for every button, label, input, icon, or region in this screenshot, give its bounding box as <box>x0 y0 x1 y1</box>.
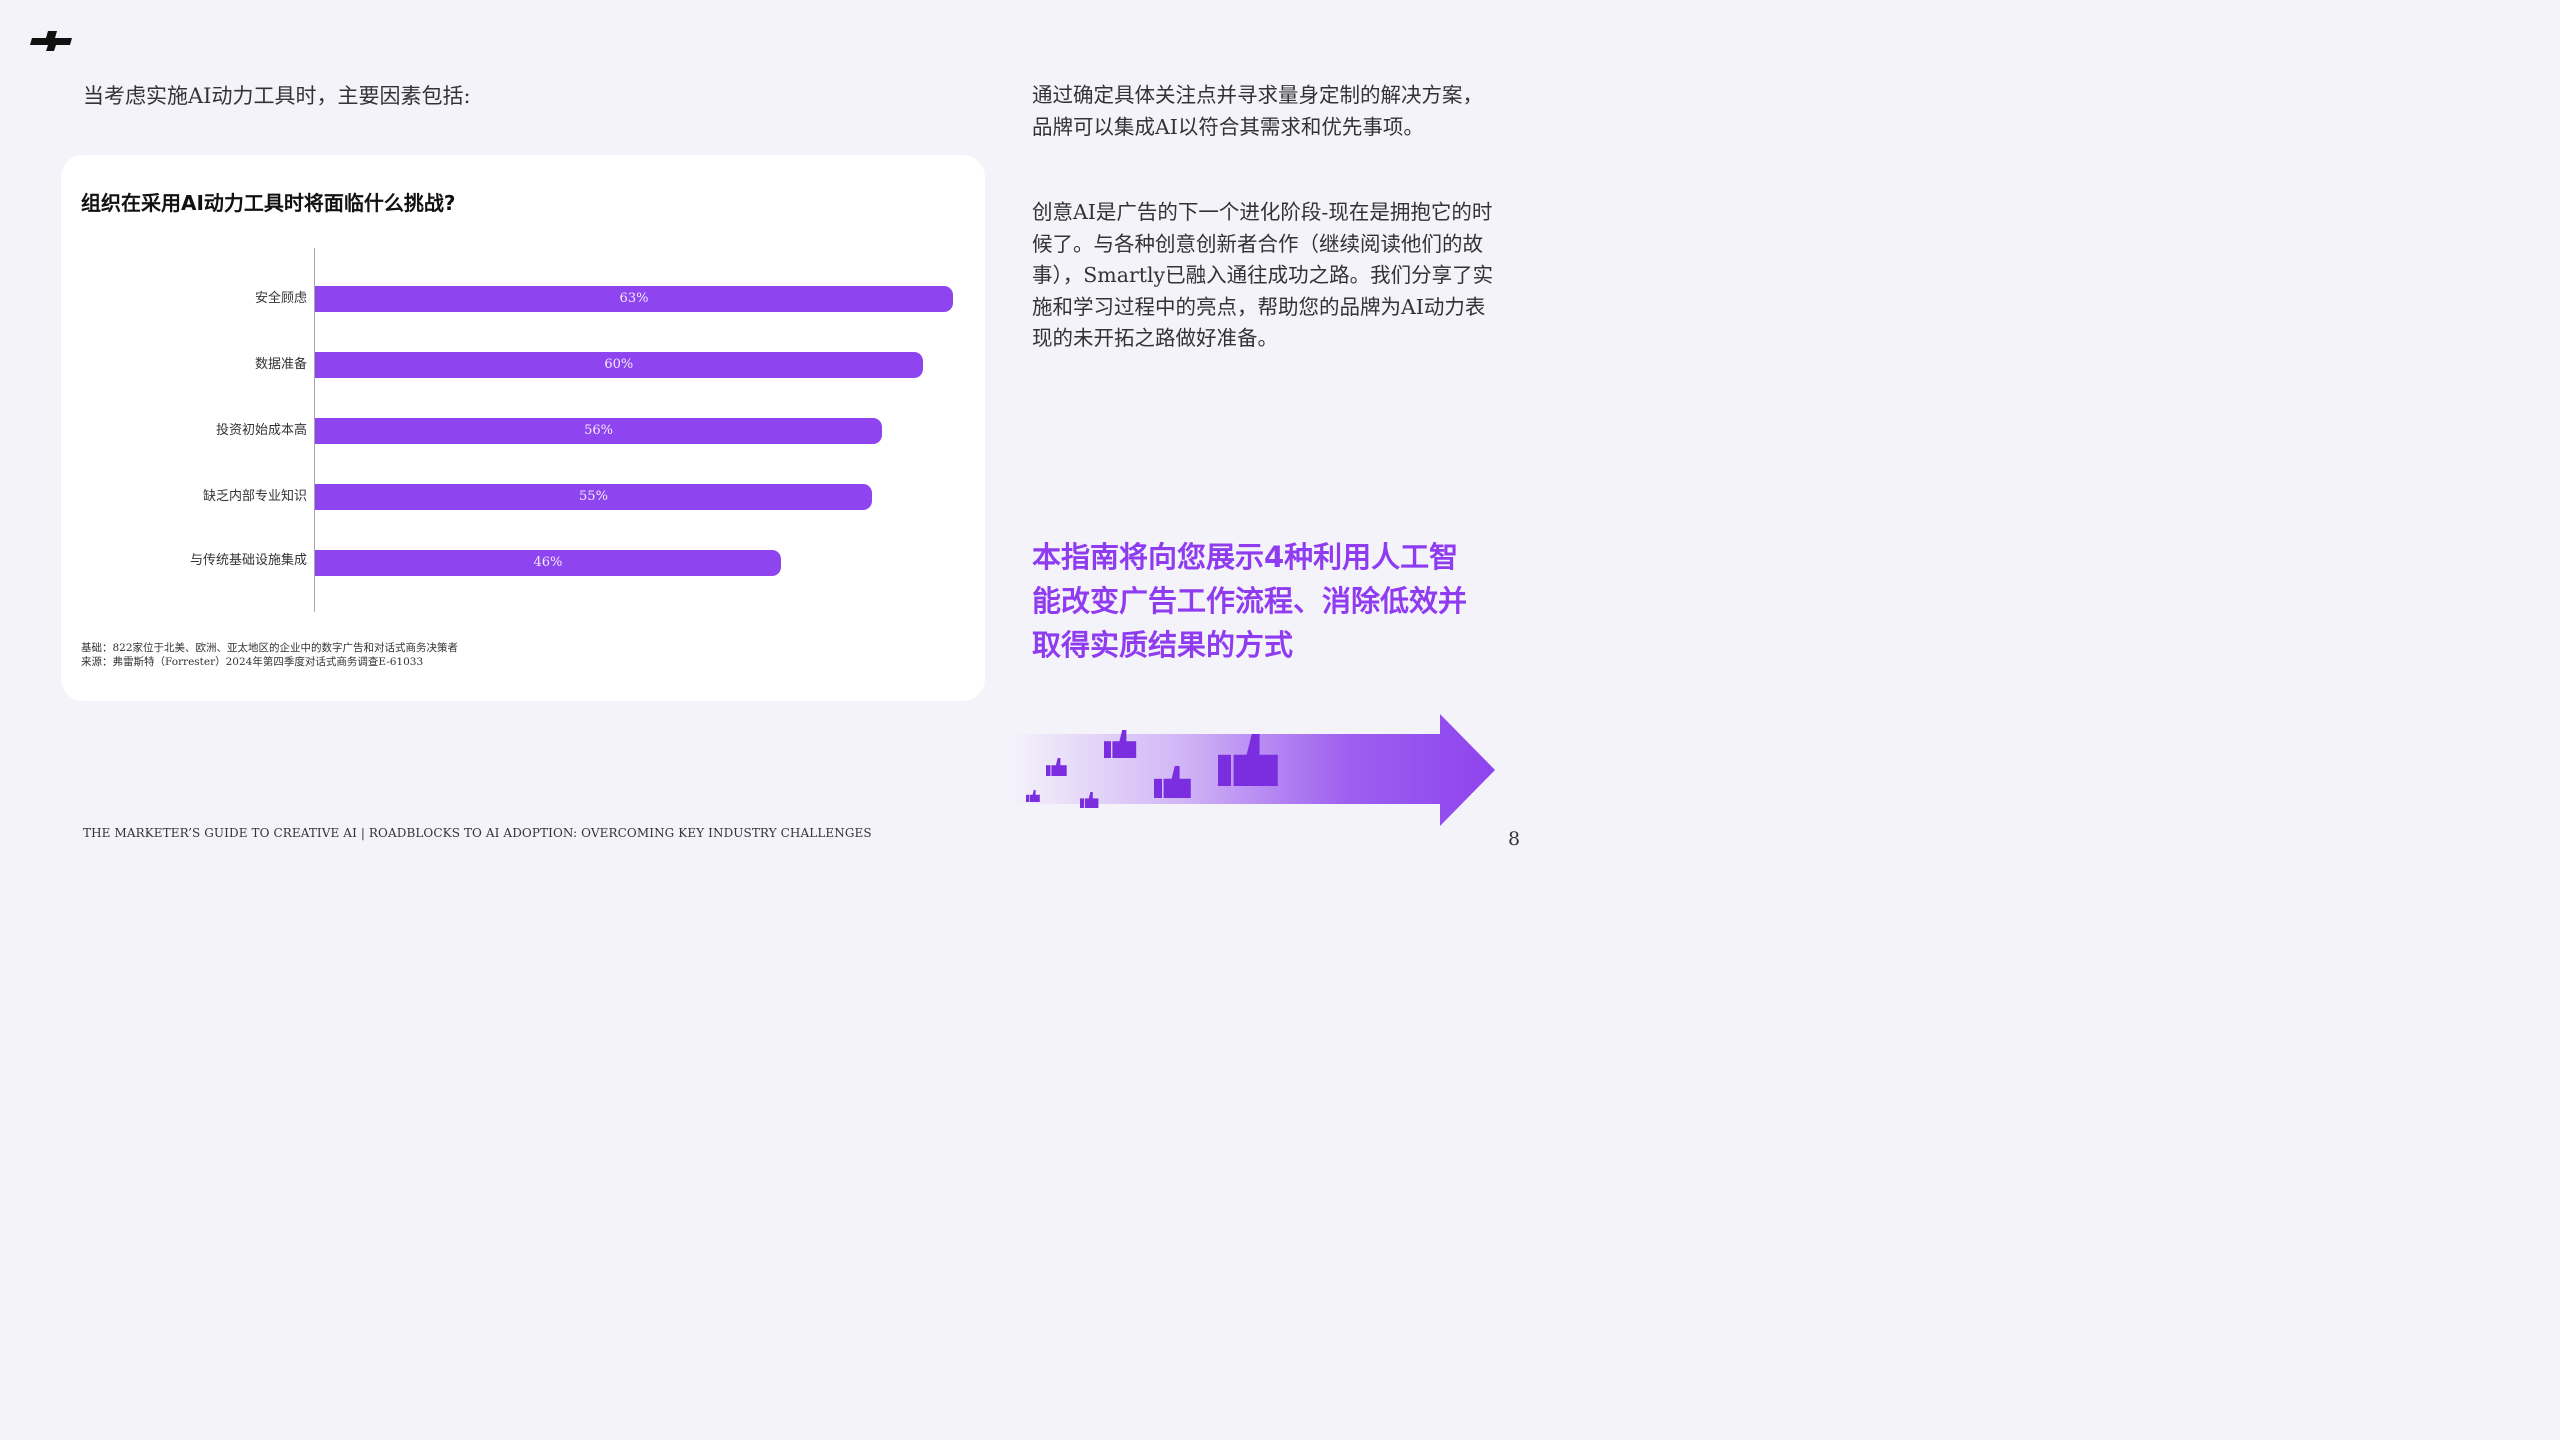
chart-footnote: 基础：822家位于北美、欧洲、亚太地区的企业中的数字广告和对话式商务决策者 来源… <box>81 642 458 669</box>
footnote-base: 基础：822家位于北美、欧洲、亚太地区的企业中的数字广告和对话式商务决策者 <box>81 642 459 654</box>
chart-card <box>61 155 985 701</box>
body-paragraph-2: 创意AI是广告的下一个进化阶段-现在是拥抱它的时候了。与各种创意创新者合作（继续… <box>1032 200 1494 350</box>
chart-title: 组织在采用AI动力工具时将面临什么挑战? <box>81 191 456 215</box>
brand-logo-icon <box>30 31 72 51</box>
footnote-source: 来源：弗雷斯特（Forrester）2024年第四季度对话式商务调查E-6103… <box>81 655 424 668</box>
page-footer: THE MARKETER’S GUIDE TO CREATIVE AI | RO… <box>83 826 872 840</box>
arrow-right-icon <box>1010 714 1495 826</box>
intro-text: 当考虑实施AI动力工具时，主要因素包括: <box>83 84 471 108</box>
chart-axis-line <box>314 248 315 612</box>
highlight-headline: 本指南将向您展示4种利用人工智能改变广告工作流程、消除低效并取得实质结果的方式 <box>1032 540 1468 662</box>
body-paragraph-1: 通过确定具体关注点并寻求量身定制的解决方案，品牌可以集成AI以符合其需求和优先事… <box>1032 83 1483 139</box>
page-number: 8 <box>1508 828 1521 850</box>
